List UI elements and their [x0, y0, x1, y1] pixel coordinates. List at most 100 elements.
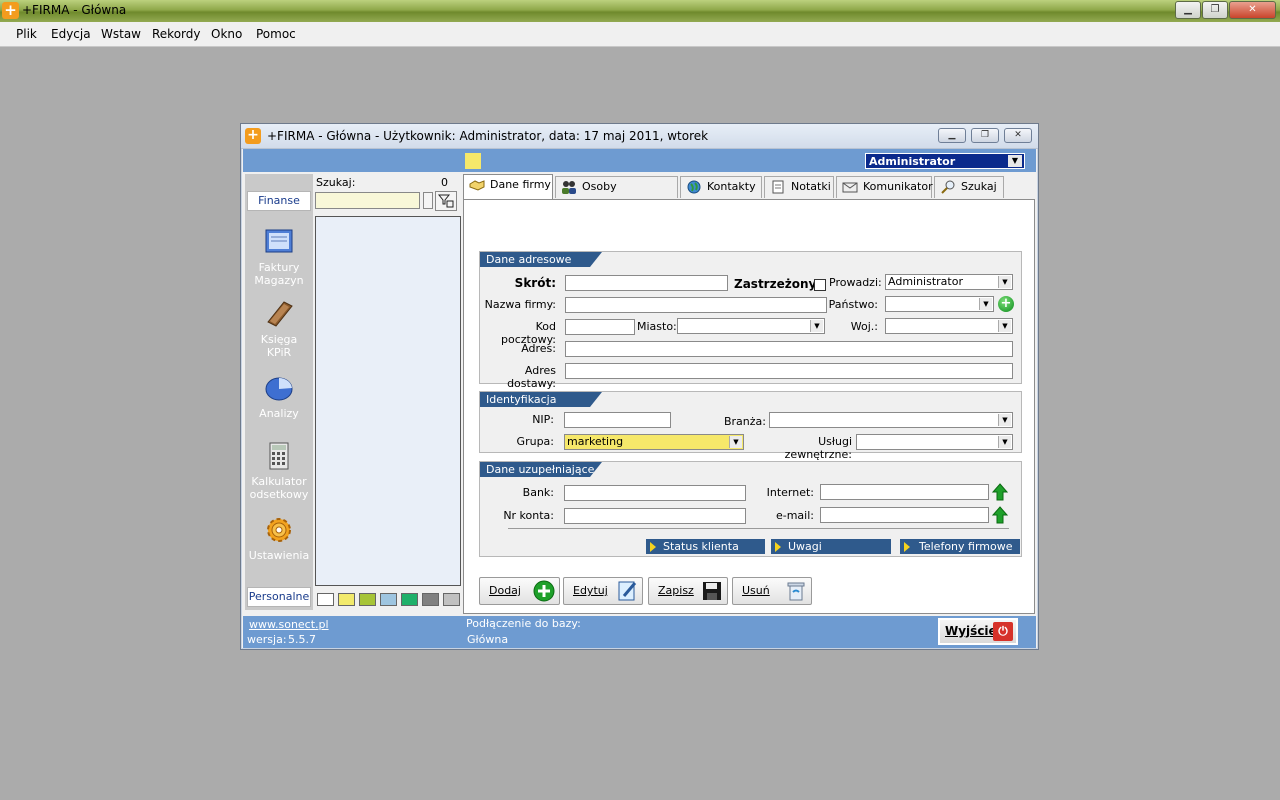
list-panel: Szukaj: 0 — [315, 174, 461, 610]
zastrzezony-checkbox[interactable] — [814, 279, 826, 291]
menu-okno[interactable]: Okno — [211, 27, 242, 41]
menu-wstaw[interactable]: Wstaw — [101, 27, 141, 41]
add-panstwo-button[interactable]: + — [998, 296, 1014, 312]
woj-select[interactable]: ▼ — [885, 318, 1013, 334]
miasto-select[interactable]: ▼ — [677, 318, 825, 334]
uwagi-button[interactable]: Uwagi — [771, 539, 891, 554]
kod-pocztowy-input[interactable] — [565, 319, 635, 335]
label-bank: Bank: — [522, 486, 554, 499]
note-icon — [772, 180, 784, 194]
grupa-select[interactable]: marketing ▼ — [564, 434, 744, 450]
panstwo-select[interactable]: ▼ — [885, 296, 994, 312]
bank-input[interactable] — [564, 485, 746, 501]
filter-icon — [437, 194, 454, 208]
tab-label: Szukaj — [961, 180, 997, 193]
main-window: + +FIRMA - Główna - Użytkownik: Administ… — [240, 123, 1039, 650]
dodaj-button[interactable]: Dodaj — [479, 577, 560, 605]
branza-select[interactable]: ▼ — [769, 412, 1013, 428]
tab-label: Dane firmy — [490, 178, 551, 191]
color-swatch-olive[interactable] — [359, 593, 376, 606]
minimize-button[interactable]: ▁ — [1175, 1, 1201, 19]
color-swatch-silver[interactable] — [443, 593, 460, 606]
button-label: Edytuj — [573, 584, 608, 597]
tab-komunikator[interactable]: Komunikator — [836, 176, 933, 198]
save-icon — [703, 582, 721, 600]
label-branza: Branża: — [723, 415, 766, 428]
nav-tab-personalne[interactable]: Personalne — [247, 587, 311, 607]
window-close-button[interactable]: ✕ — [1004, 128, 1032, 143]
nr-konta-input[interactable] — [564, 508, 746, 524]
restore-button[interactable]: ❐ — [1202, 1, 1228, 19]
label-nr-konta: Nr konta: — [503, 509, 554, 522]
envelope-icon — [842, 182, 858, 193]
nav-kalkulator[interactable]: Kalkulator odsetkowy — [245, 440, 313, 501]
power-icon: ⏻ — [993, 622, 1013, 641]
edytuj-button[interactable]: Edytuj — [563, 577, 643, 605]
chevron-down-icon: ▼ — [729, 436, 742, 448]
group-dane-uzupelniajace: Dane uzupełniające Bank: Internet: Nr ko… — [479, 461, 1022, 557]
app-title: +FIRMA - Główna — [22, 3, 127, 17]
email-input[interactable] — [820, 507, 989, 523]
tab-label: Notatki — [791, 180, 831, 193]
nav-ksiega-kpir[interactable]: Księga KPiR — [245, 298, 313, 359]
db-value: Główna — [467, 633, 509, 646]
button-label: Status klienta — [663, 540, 739, 553]
menu-rekordy[interactable]: Rekordy — [152, 27, 201, 41]
nav-faktury-magazyn[interactable]: Faktury Magazyn — [245, 226, 313, 287]
filter-button[interactable] — [435, 191, 457, 211]
handshake-icon — [469, 180, 485, 191]
nav-tab-finanse[interactable]: Finanse — [247, 191, 311, 211]
label-grupa: Grupa: — [516, 435, 554, 448]
tab-kontakty[interactable]: Kontakty — [680, 176, 762, 198]
db-label: Podłączenie do bazy: — [466, 617, 581, 630]
color-swatch-yellow[interactable] — [338, 593, 355, 606]
nip-input[interactable] — [564, 412, 671, 428]
exit-button[interactable]: Wyjście ⏻ — [938, 618, 1018, 645]
chevron-down-icon: ▼ — [998, 320, 1011, 332]
menu-bar: Plik Edycja Wstaw Rekordy Okno Pomoc — [0, 22, 1280, 47]
menu-edycja[interactable]: Edycja — [51, 27, 91, 41]
user-dropdown[interactable]: Administrator ▼ — [865, 153, 1025, 169]
close-button[interactable]: ✕ — [1229, 1, 1276, 19]
trash-icon — [787, 582, 805, 601]
color-swatch-green[interactable] — [401, 593, 418, 606]
website-link[interactable]: www.sonect.pl — [249, 618, 329, 631]
color-swatch-lightblue[interactable] — [380, 593, 397, 606]
version-label: wersja: — [247, 633, 287, 646]
record-list[interactable] — [315, 216, 461, 586]
menu-plik[interactable]: Plik — [16, 27, 37, 41]
internet-input[interactable] — [820, 484, 989, 500]
label-prowadzi: Prowadzi: — [829, 276, 882, 289]
version-value: 5.5.7 — [288, 633, 316, 646]
nav-ustawienia[interactable]: Ustawienia — [245, 514, 313, 562]
window-minimize-button[interactable]: ▁ — [938, 128, 966, 143]
color-swatch-white[interactable] — [317, 593, 334, 606]
usun-button[interactable]: Usuń — [732, 577, 812, 605]
status-klienta-button[interactable]: Status klienta — [646, 539, 765, 554]
tab-dane-firmy[interactable]: Dane firmy — [463, 174, 553, 200]
tab-szukaj[interactable]: Szukaj — [934, 176, 1004, 198]
send-email-icon[interactable] — [992, 506, 1008, 524]
label-nazwa-firmy: Nazwa firmy: — [484, 298, 556, 311]
nazwa-firmy-input[interactable] — [565, 297, 827, 313]
telefony-firmowe-button[interactable]: Telefony firmowe — [900, 539, 1020, 554]
search-input[interactable] — [315, 192, 420, 209]
color-swatch-gray[interactable] — [422, 593, 439, 606]
go-internet-icon[interactable] — [992, 483, 1008, 501]
prowadzi-select[interactable]: Administrator ▼ — [885, 274, 1013, 290]
user-dropdown-value: Administrator — [869, 155, 956, 168]
button-label: Zapisz — [658, 584, 694, 597]
nav-analizy[interactable]: Analizy — [245, 372, 313, 420]
uslugi-select[interactable]: ▼ — [856, 434, 1013, 450]
search-clear-button[interactable] — [423, 192, 433, 209]
button-label: Telefony firmowe — [919, 540, 1013, 553]
edit-icon — [618, 581, 637, 601]
adres-dostawy-input[interactable] — [565, 363, 1013, 379]
adres-input[interactable] — [565, 341, 1013, 357]
tab-notatki[interactable]: Notatki — [764, 176, 834, 198]
tab-osoby-kontaktow[interactable]: Osoby kontaktów — [555, 176, 678, 213]
skrot-input[interactable] — [565, 275, 728, 291]
menu-pomoc[interactable]: Pomoc — [256, 27, 296, 41]
zapisz-button[interactable]: Zapisz — [648, 577, 728, 605]
window-restore-button[interactable]: ❐ — [971, 128, 999, 143]
